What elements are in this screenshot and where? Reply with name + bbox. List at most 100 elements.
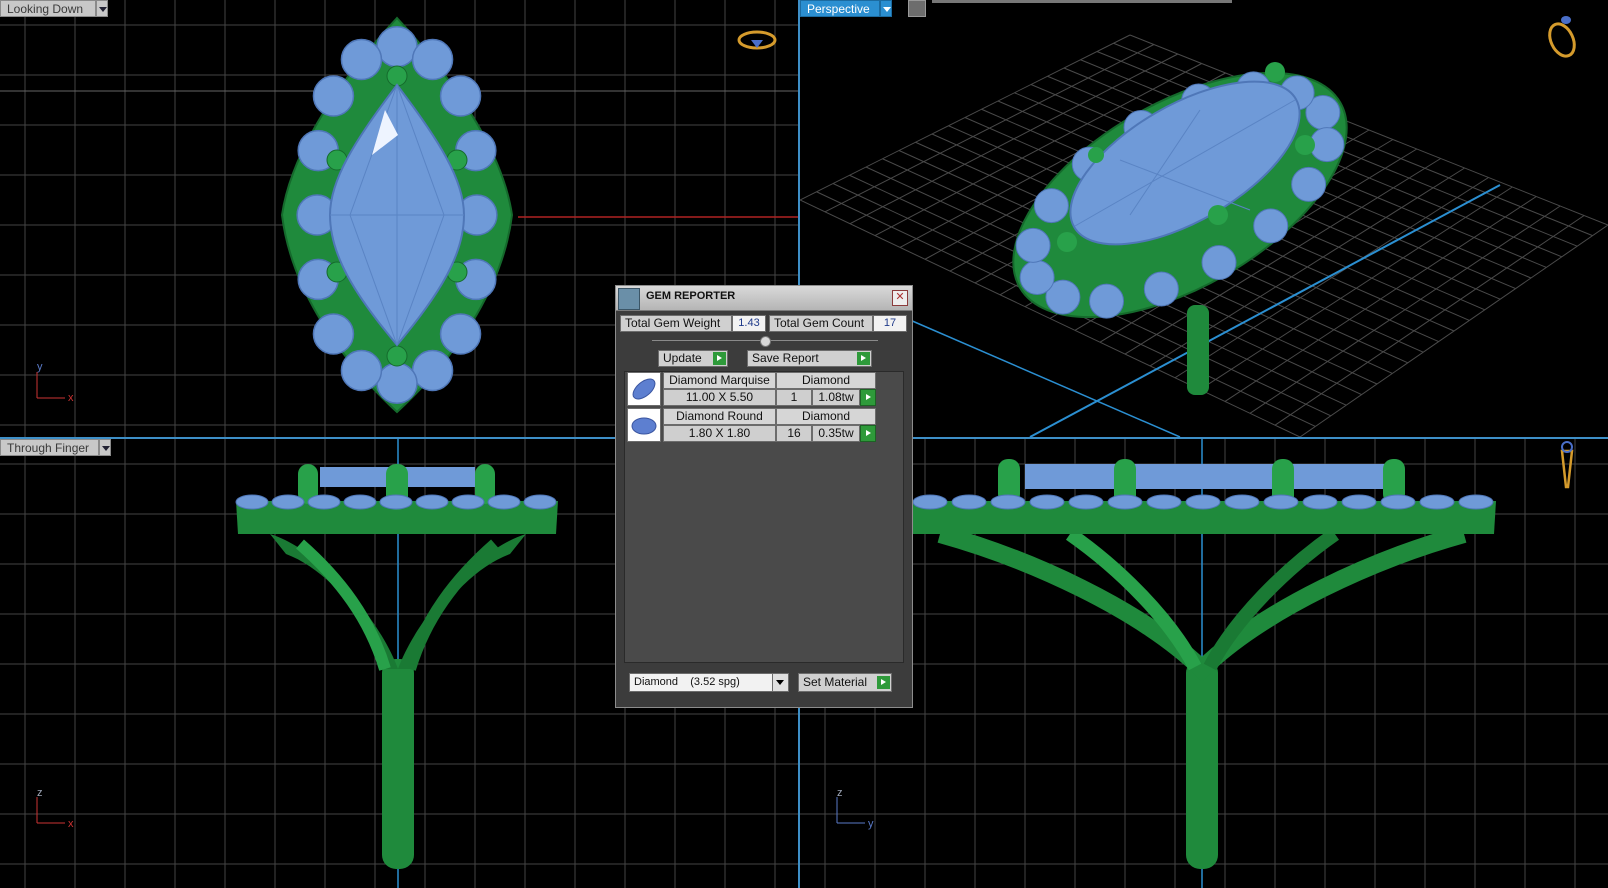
halo-gem — [523, 494, 557, 510]
axis-indicator: z x — [36, 787, 74, 830]
total-weight-value: 1.43 — [732, 315, 766, 332]
gem-size: 11.00 X 5.50 — [663, 389, 776, 406]
chevron-down-icon[interactable] — [880, 0, 892, 17]
svg-text:x: x — [68, 818, 74, 830]
axis-indicator: y x — [36, 361, 74, 404]
gem-quantity: 1 — [776, 389, 812, 406]
round-gem-thumbnail — [627, 408, 661, 442]
halo-gem — [1068, 494, 1104, 510]
halo-gem — [439, 313, 482, 355]
chevron-down-icon[interactable] — [96, 0, 108, 17]
prong — [386, 345, 408, 367]
ring-view-icon[interactable] — [737, 30, 777, 50]
marquise-gem-thumbnail — [627, 372, 661, 406]
viewport-perspective[interactable]: Perspective — [800, 0, 1608, 437]
play-icon — [877, 676, 890, 689]
update-button[interactable]: Update — [658, 350, 728, 367]
halo-gem — [951, 494, 987, 510]
ring-orbit-icon[interactable] — [1545, 16, 1579, 60]
halo-gem — [1029, 494, 1065, 510]
set-material-button-label: Set Material — [803, 675, 868, 689]
update-button-label: Update — [663, 351, 702, 365]
material-select-value: Diamond (3.52 spg) — [634, 676, 740, 688]
halo-gem — [1107, 494, 1143, 510]
pen-tool-icon[interactable] — [908, 0, 926, 17]
svg-text:y: y — [37, 361, 43, 373]
collapse-handle[interactable] — [760, 336, 771, 347]
svg-text:y: y — [868, 818, 874, 830]
halo-gem — [343, 494, 377, 510]
halo-gem — [340, 38, 383, 81]
halo-gem — [307, 494, 341, 510]
material-select[interactable]: Diamond (3.52 spg) — [629, 673, 789, 692]
halo-gem — [1033, 188, 1069, 224]
halo-gem — [415, 494, 449, 510]
save-report-button[interactable]: Save Report — [747, 350, 872, 367]
gem-weight: 1.08tw — [812, 389, 860, 406]
gem-reporter-dialog[interactable]: GEM REPORTER ✕ Total Gem Weight 1.43 Tot… — [615, 285, 913, 708]
gem-name: Diamond Marquise — [663, 372, 776, 389]
viewport-mode-label[interactable]: Perspective — [800, 0, 880, 17]
halo-gem — [1302, 494, 1338, 510]
close-button[interactable]: ✕ — [892, 290, 908, 306]
halo-gem — [1015, 227, 1051, 263]
row-go-button[interactable] — [860, 425, 876, 442]
halo-gem — [1146, 494, 1182, 510]
gem-quantity: 16 — [776, 425, 812, 442]
halo-gem — [1419, 494, 1455, 510]
halo-gem — [1143, 271, 1179, 307]
halo-gem — [487, 494, 521, 510]
gem-list[interactable]: Diamond Marquise Diamond 11.00 X 5.50 1 … — [624, 371, 904, 663]
halo-gem — [1263, 494, 1299, 510]
halo-gem — [1458, 494, 1494, 510]
halo-gem — [1224, 494, 1260, 510]
gem-row[interactable]: Diamond Round Diamond 1.80 X 1.80 16 0.3… — [627, 408, 885, 442]
svg-text:x: x — [68, 392, 74, 404]
halo-gem — [439, 75, 482, 117]
halo-gem — [235, 494, 269, 510]
gem-material: Diamond — [776, 408, 876, 425]
halo-gem — [1019, 260, 1055, 295]
set-material-button[interactable]: Set Material — [798, 673, 892, 692]
viewport-mode-label[interactable]: Looking Down — [0, 0, 96, 17]
dialog-title: GEM REPORTER — [646, 290, 736, 302]
halo-gem — [1253, 208, 1289, 244]
halo-gem — [1201, 245, 1237, 281]
halo-gem — [340, 349, 383, 392]
halo-gem — [1089, 283, 1125, 319]
axis-indicator: z y — [836, 787, 874, 830]
chevron-down-icon[interactable] — [772, 674, 788, 691]
total-count-label: Total Gem Count — [769, 315, 873, 332]
side-view-canvas: z y — [800, 439, 1608, 888]
row-go-button[interactable] — [860, 389, 876, 406]
play-icon — [713, 352, 726, 365]
prong — [386, 65, 408, 87]
gem-reporter-icon — [618, 288, 640, 310]
viewport-mode-label[interactable]: Through Finger — [0, 439, 99, 456]
chevron-down-icon[interactable] — [99, 439, 111, 456]
viewport-side-view[interactable]: z y — [800, 439, 1608, 888]
gem-row[interactable]: Diamond Marquise Diamond 11.00 X 5.50 1 … — [627, 372, 885, 406]
ring-front-view — [235, 464, 558, 869]
halo-gem — [1380, 494, 1416, 510]
dialog-title-bar[interactable]: GEM REPORTER ✕ — [616, 286, 912, 311]
halo-gem — [376, 25, 418, 68]
total-weight-label: Total Gem Weight — [620, 315, 732, 332]
play-icon — [857, 352, 870, 365]
halo-gem — [271, 494, 305, 510]
halo-gem — [411, 349, 454, 392]
progress-strip — [932, 0, 1232, 3]
halo-gem — [312, 75, 355, 117]
halo-gem — [379, 494, 413, 510]
gem-size: 1.80 X 1.80 — [663, 425, 776, 442]
halo-gem — [411, 38, 454, 81]
save-report-button-label: Save Report — [752, 351, 819, 365]
gem-material: Diamond — [776, 372, 876, 389]
halo-gem — [312, 313, 355, 355]
halo-gem — [990, 494, 1026, 510]
halo-gem — [1185, 494, 1221, 510]
halo-gem — [1341, 494, 1377, 510]
halo-gem — [1291, 166, 1327, 202]
gem-weight: 0.35tw — [812, 425, 860, 442]
perspective-canvas — [800, 16, 1608, 437]
